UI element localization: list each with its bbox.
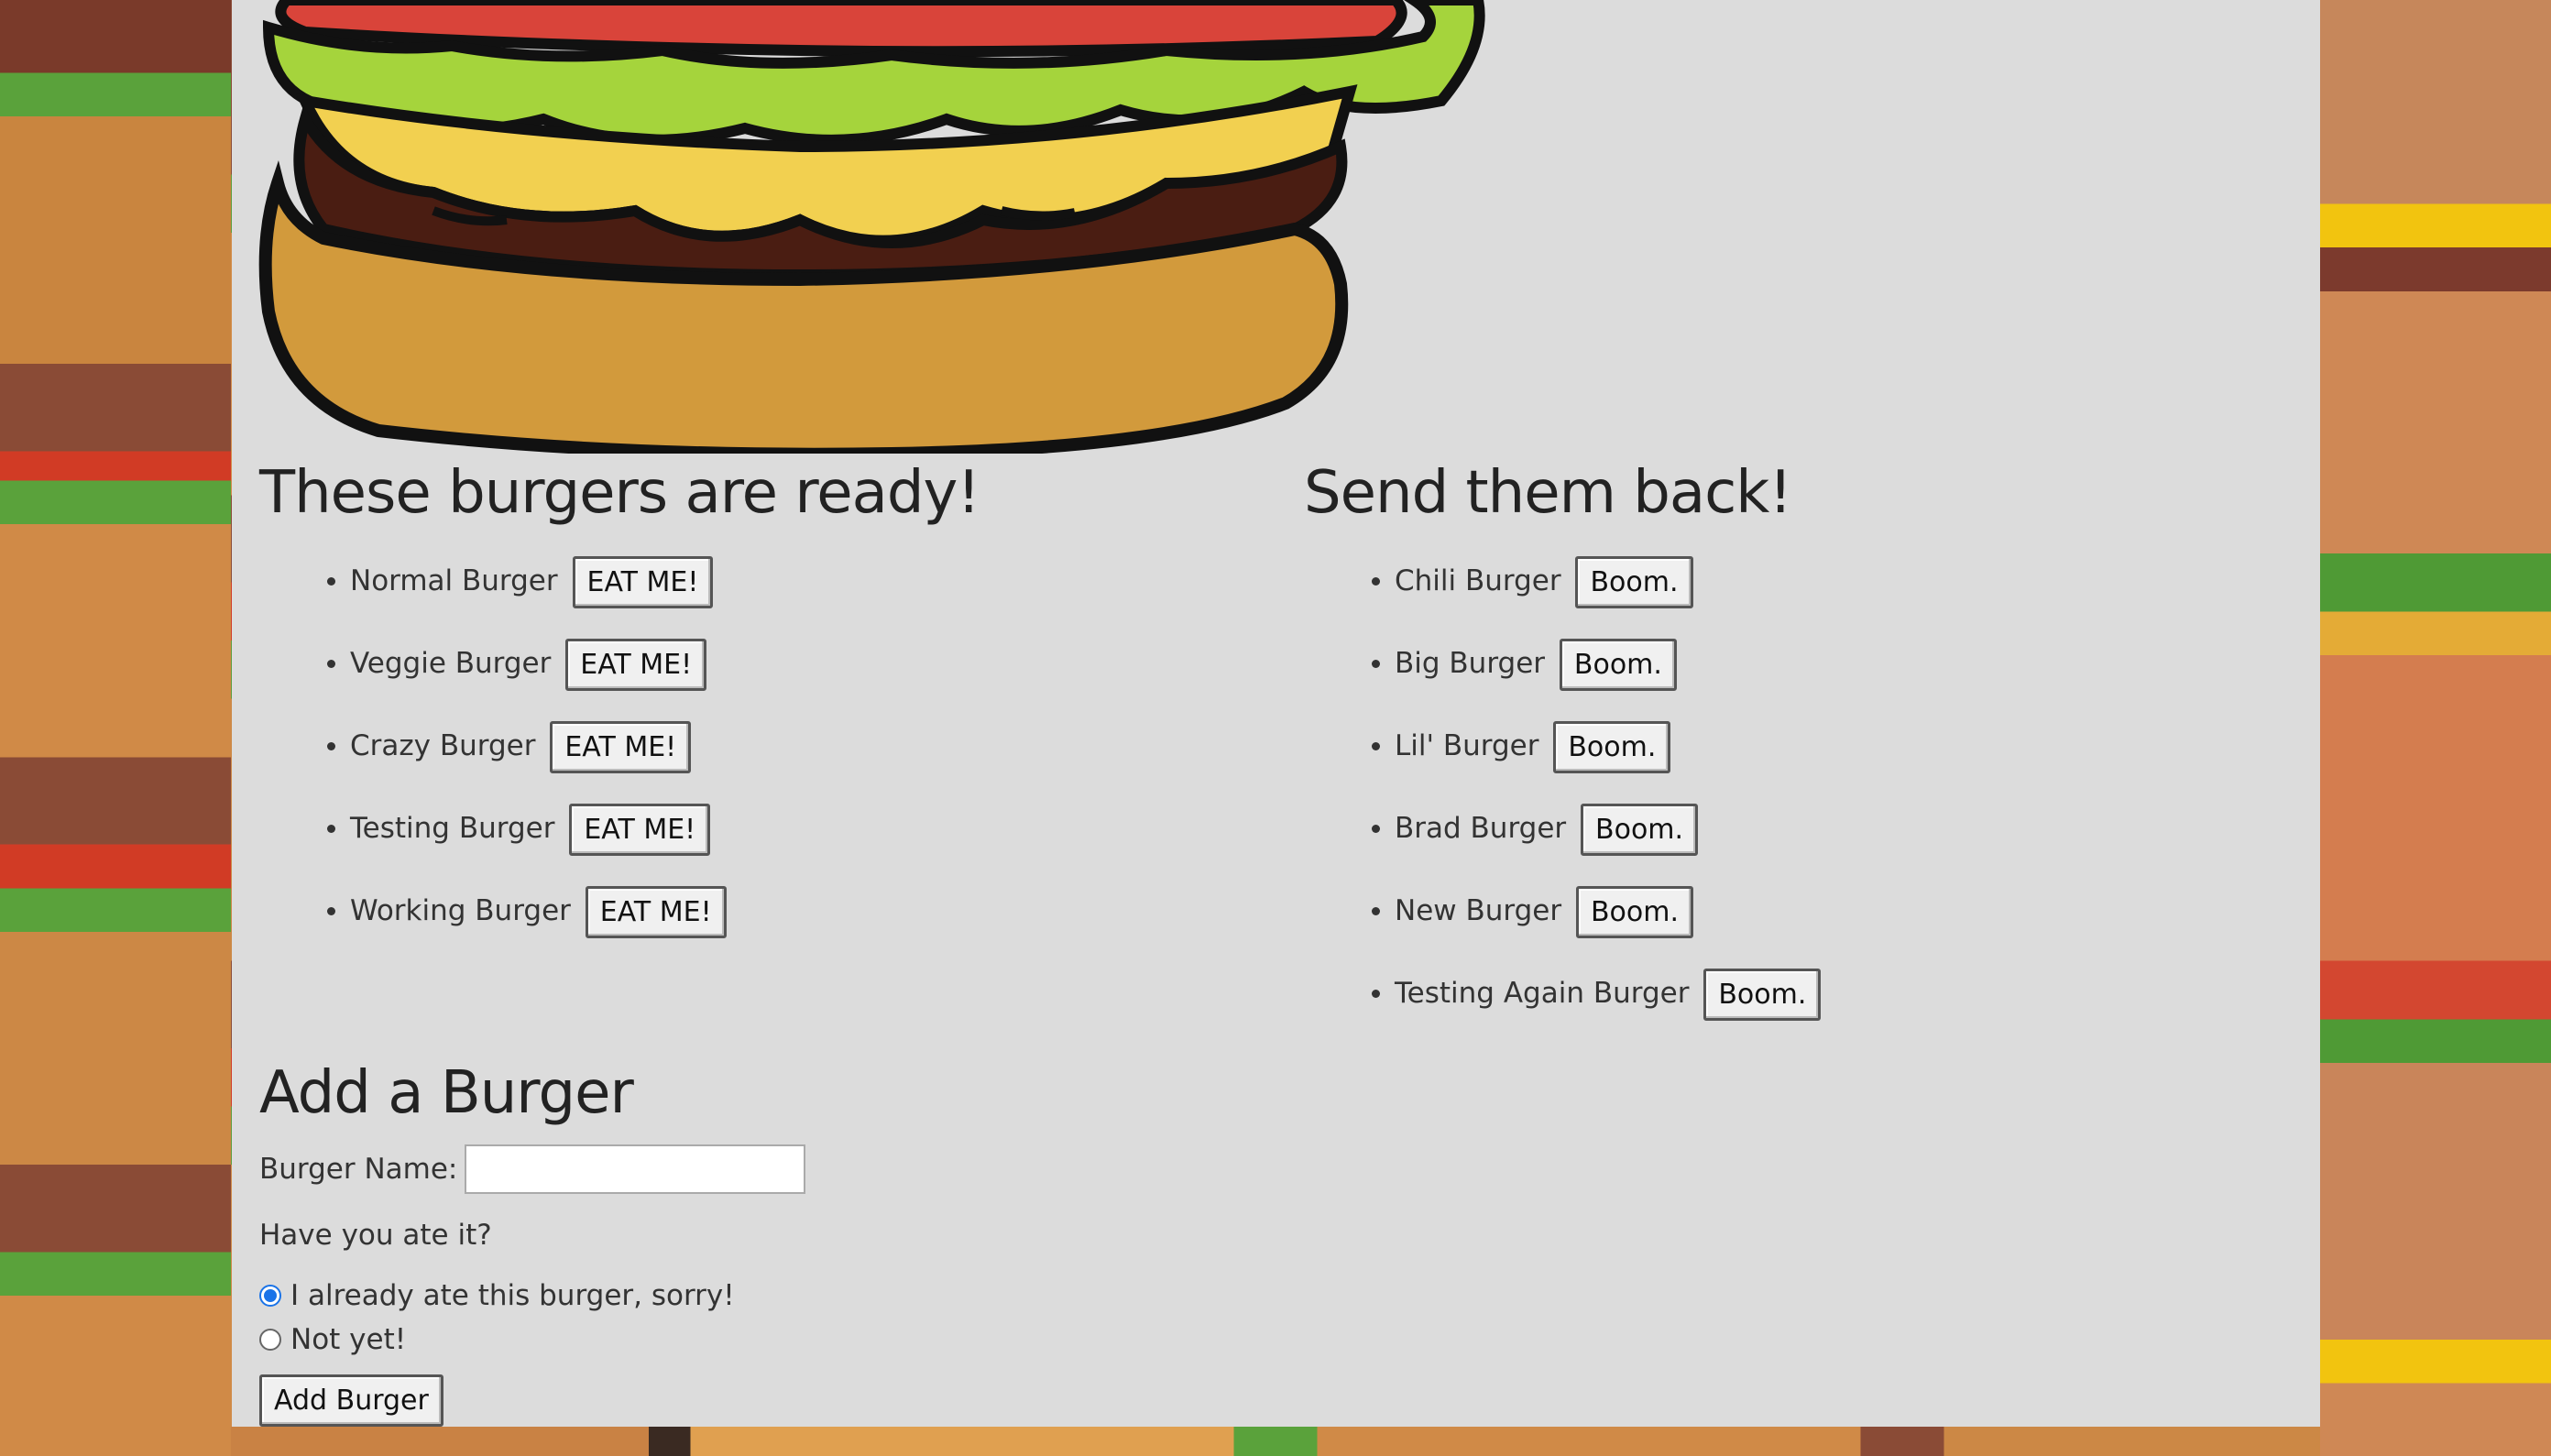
eat-burger-button[interactable]: EAT ME! [572, 555, 714, 608]
submit-row: Add Burger [259, 1374, 1359, 1427]
burger-name: Brad Burger [1395, 811, 1567, 845]
burger-name: Chili Burger [1395, 564, 1561, 597]
radio-yes[interactable] [259, 1284, 281, 1307]
burger-name: Veggie Burger [350, 646, 552, 680]
burger-name: Testing Again Burger [1395, 976, 1690, 1010]
add-burger-form: Add a Burger Burger Name: Have you ate i… [259, 1058, 1359, 1427]
burger-name: Working Burger [350, 893, 571, 927]
list-item: Veggie Burger EAT ME! [350, 631, 1267, 714]
ate-question: Have you ate it? [259, 1218, 492, 1252]
ready-burgers-column: These burgers are ready! Normal Burger E… [259, 458, 1267, 961]
list-item: Lil' Burger Boom. [1395, 714, 2312, 796]
background-burger-pattern-left [0, 0, 231, 1456]
main-panel: These burgers are ready! Normal Burger E… [232, 0, 2320, 1427]
burger-name-row: Burger Name: [259, 1140, 1359, 1199]
send-back-button[interactable]: Boom. [1575, 555, 1693, 608]
eaten-heading: Send them back! [1304, 459, 1792, 527]
send-back-button[interactable]: Boom. [1581, 803, 1699, 856]
send-back-button[interactable]: Boom. [1703, 968, 1822, 1021]
list-item: Big Burger Boom. [1395, 631, 2312, 714]
background-burger-pattern-right [2320, 0, 2551, 1456]
list-item: Testing Again Burger Boom. [1395, 961, 2312, 1044]
burger-name: Big Burger [1395, 646, 1546, 680]
list-item: New Burger Boom. [1395, 879, 2312, 961]
burger-name-input[interactable] [465, 1144, 806, 1194]
add-burger-heading: Add a Burger [259, 1059, 634, 1127]
radio-no[interactable] [259, 1328, 281, 1351]
send-back-button[interactable]: Boom. [1553, 720, 1671, 773]
radio-no-label: Not yet! [290, 1322, 407, 1356]
ready-heading: These burgers are ready! [259, 459, 980, 527]
add-burger-button[interactable]: Add Burger [259, 1374, 443, 1427]
list-item: Normal Burger EAT ME! [350, 549, 1267, 631]
burger-name-label: Burger Name: [259, 1152, 458, 1186]
eaten-burgers-column: Send them back! Chili Burger Boom. Big B… [1304, 458, 2312, 1044]
burger-name: Normal Burger [350, 564, 558, 597]
eat-burger-button[interactable]: EAT ME! [550, 720, 692, 773]
burger-name: Testing Burger [350, 811, 555, 845]
send-back-button[interactable]: Boom. [1559, 638, 1677, 691]
background-burger-pattern-bottom [231, 1427, 2320, 1456]
list-item: Working Burger EAT ME! [350, 879, 1267, 961]
burger-name: Lil' Burger [1395, 728, 1539, 762]
list-item: Crazy Burger EAT ME! [350, 714, 1267, 796]
send-back-button[interactable]: Boom. [1575, 885, 1694, 938]
radio-yes-label: I already ate this burger, sorry! [290, 1278, 735, 1312]
ready-burger-list: Normal Burger EAT ME! Veggie Burger EAT … [259, 549, 1267, 961]
burger-name: Crazy Burger [350, 728, 536, 762]
list-item: Brad Burger Boom. [1395, 796, 2312, 879]
list-item: Chili Burger Boom. [1395, 549, 2312, 631]
eat-burger-button[interactable]: EAT ME! [565, 638, 707, 691]
eat-burger-button[interactable]: EAT ME! [569, 803, 711, 856]
eaten-burger-list: Chili Burger Boom. Big Burger Boom. Lil'… [1304, 549, 2312, 1044]
list-item: Testing Burger EAT ME! [350, 796, 1267, 879]
burger-name: New Burger [1395, 893, 1562, 927]
radio-option-yes[interactable]: I already ate this burger, sorry! [259, 1274, 1359, 1318]
radio-option-no[interactable]: Not yet! [259, 1318, 1359, 1362]
eat-burger-button[interactable]: EAT ME! [585, 885, 727, 938]
burger-hero-image [250, 0, 1496, 454]
